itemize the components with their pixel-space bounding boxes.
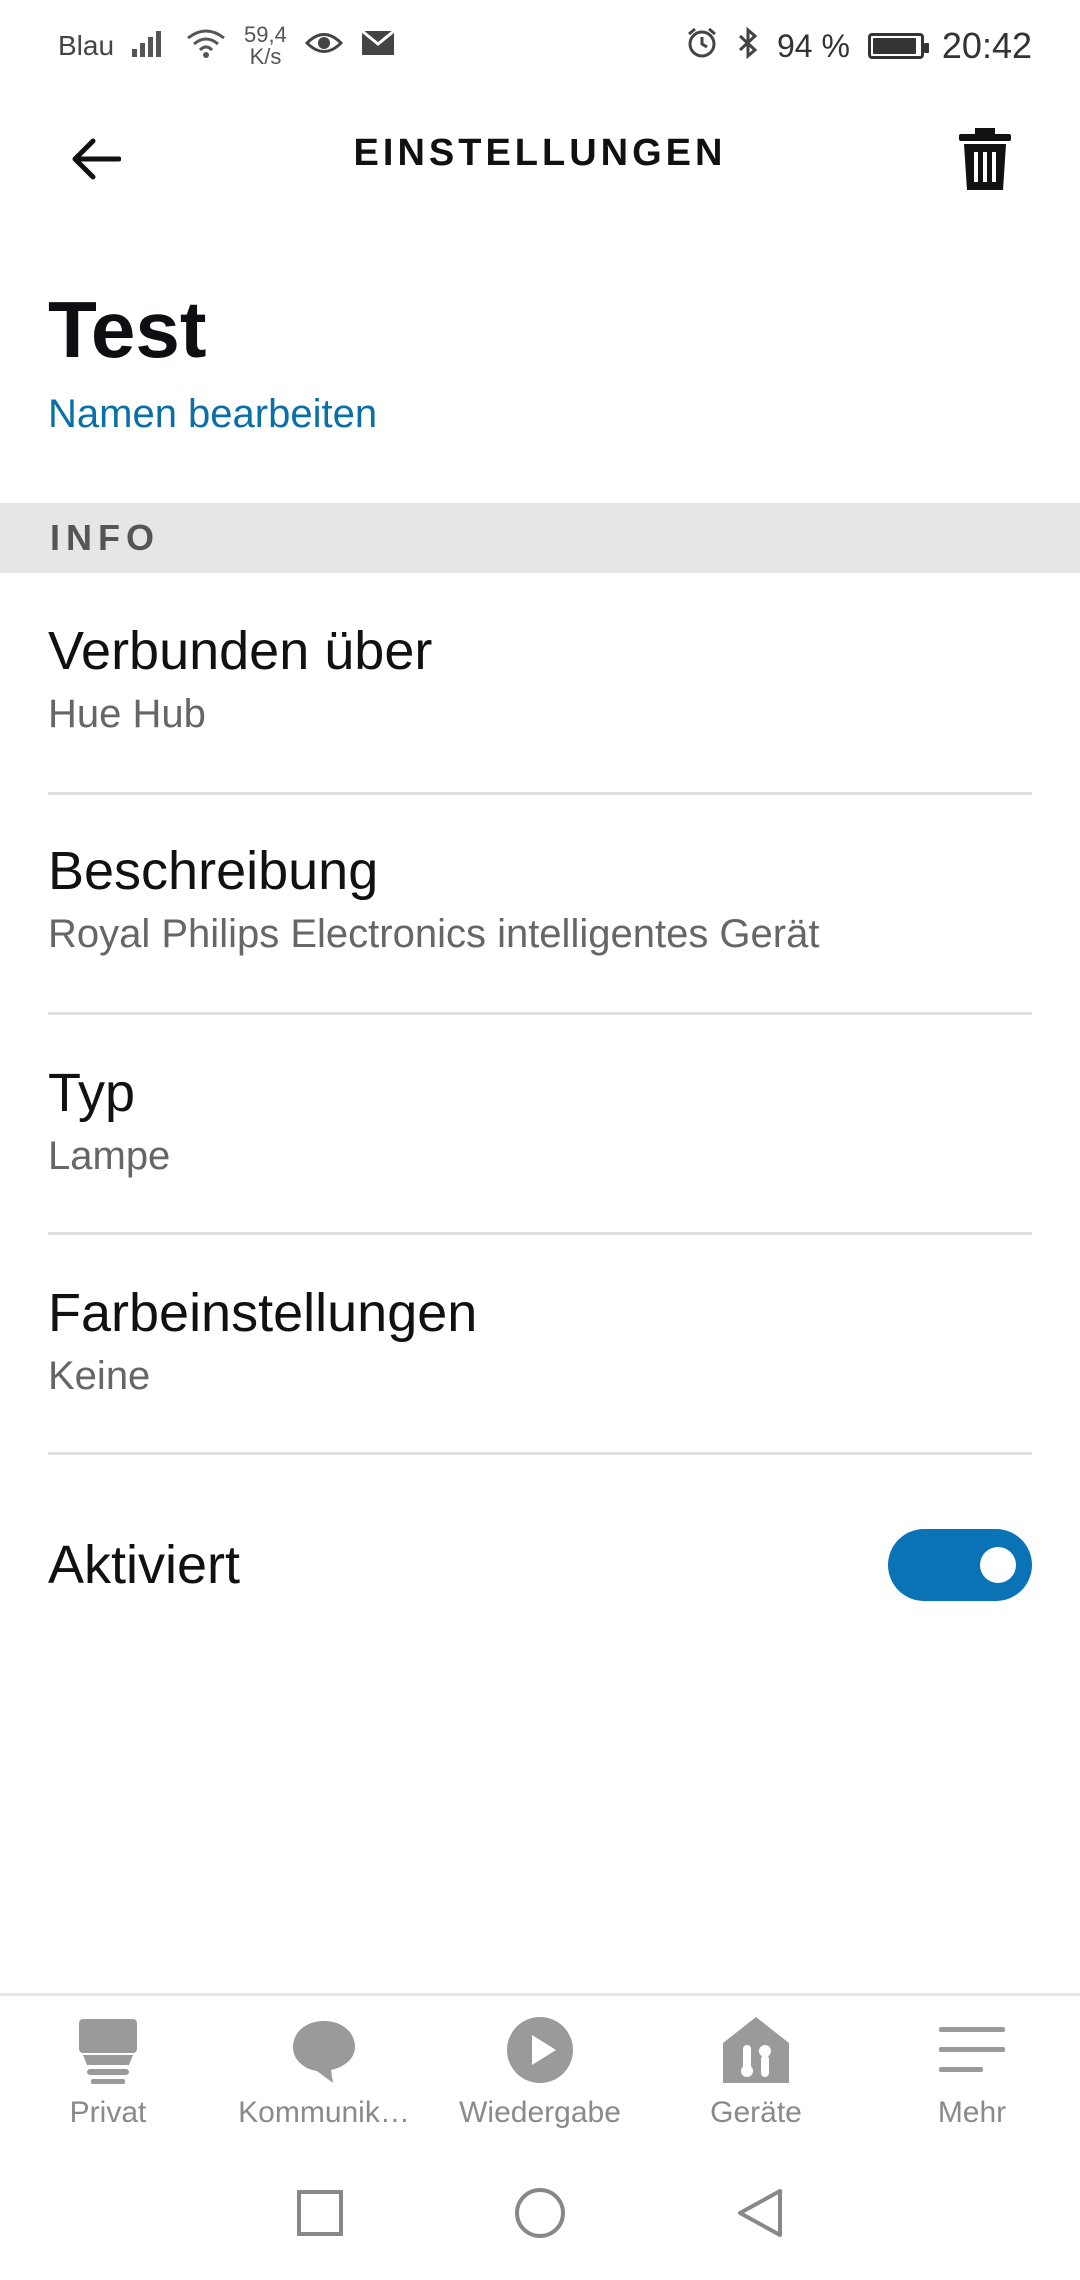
- speech-bubble-icon: [288, 2014, 360, 2086]
- triangle-back-icon: [738, 2188, 782, 2237]
- status-bar: Blau 59,4 K/s 94 % 20:42: [0, 0, 1080, 92]
- row-label: Typ: [48, 1063, 136, 1123]
- bottom-navigation: Privat Kommunik… Wiedergabe Geräte Mehr: [0, 1993, 1080, 2146]
- circle-icon: [515, 2187, 565, 2238]
- carrier-label: Blau: [58, 30, 115, 61]
- speed-value: 59,4: [244, 22, 287, 47]
- info-row-color-settings: Farbeinstellungen Keine: [48, 1282, 1032, 1455]
- mail-icon: [360, 29, 395, 63]
- recents-button[interactable]: [296, 2189, 344, 2242]
- system-navigation: [0, 2170, 1080, 2260]
- clock: 20:42: [941, 25, 1032, 66]
- row-value: Royal Philips Electronics intelligentes …: [48, 912, 820, 956]
- battery-icon: [867, 33, 929, 59]
- nav-label: Privat: [69, 2096, 147, 2129]
- nav-item-geraete[interactable]: Geräte: [648, 1996, 864, 2130]
- play-icon: [504, 2014, 576, 2086]
- back-system-button[interactable]: [736, 2187, 784, 2244]
- enabled-label: Aktiviert: [48, 1535, 241, 1595]
- nav-item-privat[interactable]: Privat: [0, 1996, 216, 2130]
- enabled-row: Aktiviert: [48, 1520, 1032, 1610]
- smart-home-icon: [720, 2014, 792, 2086]
- toggle-knob: [980, 1547, 1016, 1583]
- nav-item-wiedergabe[interactable]: Wiedergabe: [432, 1996, 648, 2130]
- alarm-icon: [685, 26, 719, 67]
- row-label: Verbunden über: [48, 621, 433, 681]
- row-value: Hue Hub: [48, 692, 206, 736]
- nav-label: Geräte: [710, 2096, 802, 2129]
- row-label: Beschreibung: [48, 841, 379, 901]
- signal-icon: [132, 29, 168, 64]
- speed-unit: K/s: [249, 44, 282, 69]
- home-button[interactable]: [514, 2187, 566, 2244]
- info-row-type: Typ Lampe: [48, 1062, 1032, 1235]
- edit-name-link[interactable]: Namen bearbeiten: [48, 392, 377, 437]
- network-speed: 59,4 K/s: [244, 24, 287, 68]
- info-row-connected-via: Verbunden über Hue Hub: [48, 620, 1032, 795]
- app-header: EINSTELLUNGEN: [0, 92, 1080, 222]
- nav-label: Kommunik…: [238, 2096, 410, 2129]
- row-label: Farbeinstellungen: [48, 1283, 478, 1343]
- nav-item-kommunikation[interactable]: Kommunik…: [216, 1996, 432, 2130]
- row-value: Lampe: [48, 1134, 171, 1178]
- page-title: EINSTELLUNGEN: [353, 132, 727, 174]
- bluetooth-icon: [737, 26, 759, 66]
- info-row-description: Beschreibung Royal Philips Electronics i…: [48, 840, 1032, 1015]
- wifi-icon: [186, 28, 226, 65]
- battery-percent: 94 %: [776, 27, 850, 64]
- nav-item-mehr[interactable]: Mehr: [864, 1996, 1080, 2130]
- delete-button[interactable]: [950, 122, 1020, 198]
- row-value: Keine: [48, 1354, 151, 1398]
- nav-label: Mehr: [937, 2096, 1007, 2129]
- home-device-icon: [72, 2014, 144, 2086]
- eye-icon: [304, 30, 343, 63]
- trash-icon: [959, 128, 1011, 190]
- section-header-info: INFO: [0, 503, 1080, 573]
- square-icon: [297, 2189, 343, 2236]
- menu-icon: [936, 2014, 1008, 2086]
- nav-label: Wiedergabe: [459, 2096, 621, 2129]
- enabled-toggle[interactable]: [888, 1529, 1032, 1601]
- device-name: Test: [48, 285, 207, 374]
